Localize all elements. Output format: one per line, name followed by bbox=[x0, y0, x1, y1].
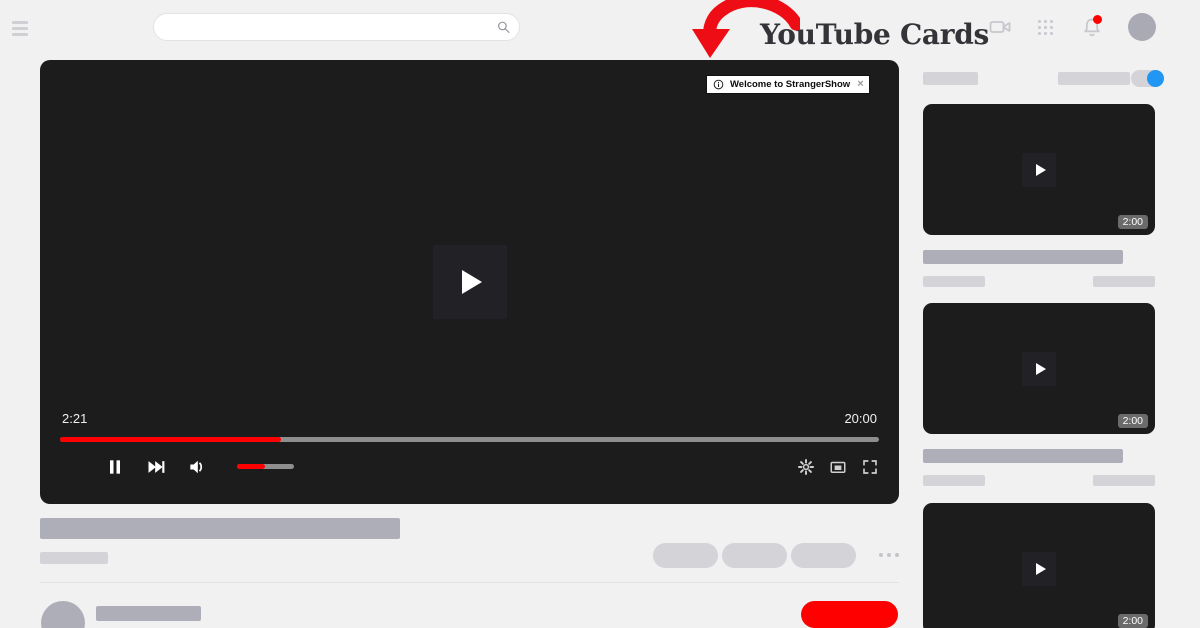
video-card-tooltip[interactable]: Welcome to StrangerShow × bbox=[706, 75, 870, 94]
hamburger-line bbox=[12, 26, 28, 30]
action-pill-share[interactable] bbox=[722, 543, 787, 568]
grid-dot bbox=[1050, 20, 1053, 23]
channel-avatar[interactable] bbox=[41, 601, 85, 628]
sidebar-video-views-placeholder bbox=[1093, 475, 1155, 486]
video-duration-badge: 2:00 bbox=[1117, 414, 1148, 428]
duration-label: 20:00 bbox=[844, 411, 877, 426]
video-title-placeholder bbox=[40, 518, 400, 539]
miniplayer-button[interactable] bbox=[829, 456, 847, 478]
sidebar-video-title-placeholder bbox=[923, 250, 1123, 264]
grid-dot bbox=[1044, 26, 1047, 29]
section-divider bbox=[40, 582, 899, 583]
sidebar-video-channel-placeholder bbox=[923, 475, 985, 486]
grid-dot bbox=[1050, 32, 1053, 35]
create-video-icon[interactable] bbox=[988, 15, 1012, 39]
autoplay-toggle[interactable] bbox=[1131, 70, 1164, 87]
volume-slider[interactable] bbox=[237, 464, 294, 469]
center-play-button[interactable] bbox=[432, 245, 507, 319]
settings-button[interactable] bbox=[797, 456, 815, 478]
sidebar-video-thumbnail[interactable]: 2:00 bbox=[923, 503, 1155, 628]
youtube-cards-page: YouTube Cards 2:21 20:00 Welcome to Stra… bbox=[0, 0, 1200, 628]
card-tooltip-text: Welcome to StrangerShow bbox=[730, 79, 851, 90]
volume-fill bbox=[237, 464, 265, 469]
current-time-label: 2:21 bbox=[62, 411, 88, 426]
video-duration-badge: 2:00 bbox=[1117, 614, 1148, 628]
sidebar-video-title-placeholder bbox=[923, 449, 1123, 463]
sidebar-header-placeholder bbox=[923, 72, 978, 85]
play-button-icon[interactable] bbox=[1022, 351, 1056, 386]
play-icon bbox=[462, 270, 482, 294]
apps-grid-icon[interactable] bbox=[1035, 17, 1057, 39]
fullscreen-button[interactable] bbox=[861, 456, 879, 478]
info-circle-icon bbox=[713, 79, 724, 90]
dot bbox=[895, 553, 899, 557]
action-pill-save[interactable] bbox=[791, 543, 856, 568]
grid-dot bbox=[1038, 32, 1041, 35]
dot bbox=[879, 553, 883, 557]
hamburger-line bbox=[12, 20, 28, 24]
sidebar-video-channel-placeholder bbox=[923, 276, 985, 287]
more-actions-icon[interactable] bbox=[879, 553, 899, 557]
volume-button[interactable] bbox=[187, 456, 207, 478]
autoplay-label-placeholder bbox=[1058, 72, 1130, 85]
sidebar-video-views-placeholder bbox=[1093, 276, 1155, 287]
toggle-knob bbox=[1147, 70, 1164, 87]
pause-button[interactable] bbox=[105, 456, 125, 478]
action-pill-like[interactable] bbox=[653, 543, 718, 568]
play-icon bbox=[1035, 163, 1046, 176]
grid-dot bbox=[1044, 32, 1047, 35]
play-icon bbox=[1035, 362, 1046, 375]
notification-badge bbox=[1093, 15, 1102, 24]
grid-dot bbox=[1038, 26, 1041, 29]
video-views-placeholder bbox=[40, 552, 108, 564]
grid-dot bbox=[1038, 20, 1041, 23]
top-header: YouTube Cards bbox=[0, 0, 1200, 56]
progress-bar[interactable] bbox=[60, 437, 879, 442]
play-icon bbox=[1035, 562, 1046, 575]
hamburger-line bbox=[12, 32, 28, 36]
red-curved-arrow-icon bbox=[688, 0, 803, 68]
dot bbox=[887, 553, 891, 557]
play-button-icon[interactable] bbox=[1022, 551, 1056, 586]
close-icon[interactable]: × bbox=[857, 79, 863, 90]
search-icon[interactable] bbox=[497, 21, 510, 34]
grid-dot bbox=[1044, 20, 1047, 23]
search-bar[interactable] bbox=[153, 13, 520, 41]
play-button-icon[interactable] bbox=[1022, 152, 1056, 187]
subscribe-button[interactable] bbox=[801, 601, 898, 628]
video-player[interactable]: 2:21 20:00 bbox=[40, 60, 899, 504]
video-duration-badge: 2:00 bbox=[1117, 215, 1148, 229]
hamburger-menu-icon[interactable] bbox=[9, 17, 31, 39]
channel-name-placeholder bbox=[96, 606, 201, 621]
sidebar-video-thumbnail[interactable]: 2:00 bbox=[923, 104, 1155, 235]
account-avatar[interactable] bbox=[1128, 13, 1156, 41]
progress-fill bbox=[60, 437, 282, 442]
sidebar-video-thumbnail[interactable]: 2:00 bbox=[923, 303, 1155, 434]
next-video-button[interactable] bbox=[146, 456, 166, 478]
player-controls bbox=[60, 456, 879, 482]
grid-dot bbox=[1050, 26, 1053, 29]
